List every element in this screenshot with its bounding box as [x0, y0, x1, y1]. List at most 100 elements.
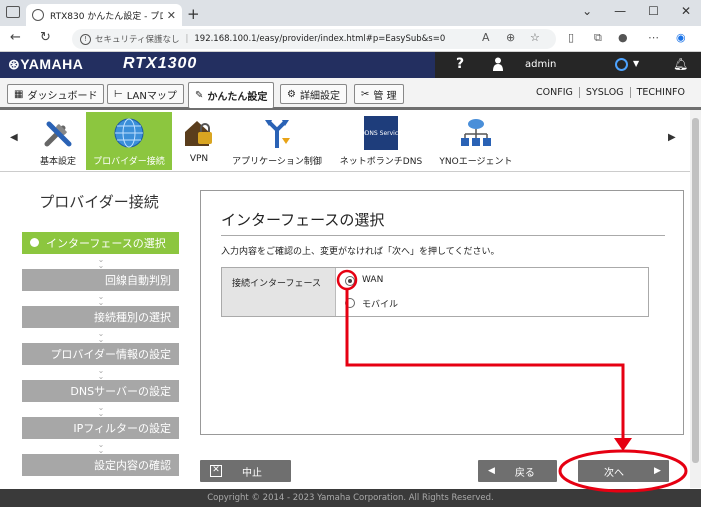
favorite-icon[interactable]: ☆ [530, 31, 540, 44]
router-header: ⊛YAMAHA RTX1300 ? admin ▼ 🔔︎ [0, 52, 701, 78]
scroll-right-icon[interactable]: ▶ [668, 132, 676, 143]
utility-links: CONFIG SYSLOG TECHINFO [530, 87, 691, 98]
category-vpn[interactable]: VPN [178, 112, 220, 170]
network-cloud-icon [461, 119, 491, 146]
page-title: インターフェースの選択 [221, 211, 385, 229]
menu-dashboard[interactable]: ▦ ダッシュボード [7, 84, 105, 104]
reload-icon[interactable]: ↻ [40, 30, 51, 45]
zoom-icon[interactable]: ⊕ [506, 31, 515, 44]
collections-icon[interactable]: ⧉ [594, 31, 602, 45]
help-button[interactable]: ? [456, 56, 464, 72]
main-menu: ▦ ダッシュボード ⊢ LANマップ ✎ かんたん設定 ⚙ 詳細設定 ✂ 管 理 CONF… [0, 78, 701, 110]
chevron-down-icon: ⌄ ⌄ [97, 329, 105, 344]
menu-easy-setup[interactable]: ✎ かんたん設定 [188, 82, 275, 108]
minimize-icon[interactable]: — [614, 4, 626, 18]
status-circle-icon[interactable] [615, 58, 628, 71]
tools-icon [44, 121, 72, 147]
ddns-service-icon: DDNS Service [360, 116, 402, 150]
warning-icon: ! [80, 33, 91, 45]
annotation-arrowhead [614, 438, 632, 451]
link-techinfo[interactable]: TECHINFO [629, 87, 691, 98]
cancel-button[interactable]: ✕ 中止 [200, 460, 291, 482]
globe-icon [32, 9, 44, 21]
radio-mobile[interactable] [345, 298, 355, 308]
chevron-down-icon: ⌄ ⌄ [97, 366, 105, 381]
step-auto-detect[interactable]: 回線自動判別 [22, 269, 179, 291]
scroll-left-icon[interactable]: ◀ [10, 132, 18, 143]
read-aloud-icon[interactable]: A [482, 31, 490, 44]
close-box-icon: ✕ [210, 465, 222, 477]
setup-category-bar: ◀ 基本設定 プロバイダー接続 VPN アプリケーション制御 DDNS Serv… [0, 110, 690, 172]
copilot-icon[interactable]: ◉ [676, 31, 686, 44]
instruction-text: 入力内容をご確認の上、変更がなければ「次へ」を押してください。 [221, 247, 500, 257]
radio-wan-label[interactable]: WAN [362, 275, 383, 285]
tab-actions-icon[interactable] [6, 6, 20, 18]
bell-icon[interactable]: 🔔︎ [673, 57, 688, 71]
yamaha-logo: ⊛YAMAHA [8, 56, 84, 72]
link-syslog[interactable]: SYSLOG [578, 87, 630, 98]
browser-tab-bar: RTX830 かんたん設定 - プロバイダー接 ✕ + ⌄ — ☐ ✕ [0, 0, 701, 26]
lanmap-icon: ⊢ [114, 88, 123, 100]
step-provider-info[interactable]: プロバイダー情報の設定 [22, 343, 179, 365]
menu-detail[interactable]: ⚙ 詳細設定 [280, 84, 347, 104]
copyright-footer: Copyright © 2014 - 2023 Yamaha Corporati… [0, 489, 701, 507]
settings-panel: インターフェースの選択 入力内容をご確認の上、変更がなければ「次へ」を押してくだ… [200, 190, 684, 435]
step-connection-type[interactable]: 接続種別の選択 [22, 306, 179, 328]
gear-icon: ⚙ [287, 88, 296, 100]
radio-mobile-label[interactable]: モバイル [362, 297, 398, 310]
tab-title: RTX830 かんたん設定 - プロバイダー接 [50, 11, 163, 22]
step-confirm[interactable]: 設定内容の確認 [22, 454, 179, 476]
category-basic[interactable]: 基本設定 [30, 112, 86, 170]
wand-icon: ✎ [195, 90, 204, 101]
back-button[interactable]: ◀ 戻る [478, 460, 557, 482]
profile-icon[interactable]: ● [618, 31, 628, 44]
url-separator: | [185, 34, 189, 44]
caret-down-icon[interactable]: ▼ [633, 59, 639, 68]
security-label: セキュリティ保護なし [95, 35, 180, 45]
window-controls: ⌄ — ☐ ✕ [582, 4, 691, 18]
arrows-icon [265, 120, 290, 148]
triangle-right-icon: ▶ [654, 466, 661, 476]
browser-tab[interactable]: RTX830 かんたん設定 - プロバイダー接 ✕ [26, 4, 182, 26]
url-text: 192.168.100.1/easy/provider/index.html#p… [194, 34, 446, 44]
address-bar: ← ↻ ! セキュリティ保護なし | 192.168.100.1/easy/pr… [0, 26, 701, 52]
menu-manage[interactable]: ✂ 管 理 [354, 84, 404, 104]
chevron-down-icon: ⌄ ⌄ [97, 440, 105, 455]
user-icon [493, 57, 503, 71]
vpn-house-lock-icon [185, 121, 212, 146]
close-window-icon[interactable]: ✕ [681, 4, 691, 18]
category-yno-agent[interactable]: YNOエージェント [436, 112, 516, 170]
link-config[interactable]: CONFIG [530, 87, 579, 98]
back-arrow-icon[interactable]: ← [10, 30, 21, 45]
step-ip-filter[interactable]: IPフィルターの設定 [22, 417, 179, 439]
step-interface[interactable]: インターフェースの選択 [22, 232, 179, 254]
new-tab-button[interactable]: + [187, 5, 200, 23]
close-tab-icon[interactable]: ✕ [167, 9, 176, 22]
step-dns[interactable]: DNSサーバーの設定 [22, 380, 179, 402]
globe-icon [114, 118, 144, 148]
category-ddns[interactable]: DDNS Service ネットボランチDNS [334, 112, 428, 170]
chevron-down-icon[interactable]: ⌄ [582, 4, 592, 18]
chevron-down-icon: ⌄ ⌄ [97, 255, 105, 270]
triangle-left-icon: ◀ [488, 466, 495, 476]
scrollbar-thumb[interactable] [692, 118, 699, 463]
interface-field-table: 接続インターフェース WAN モバイル [221, 267, 649, 317]
radio-wan[interactable] [345, 276, 355, 286]
tuning-fork-icon: ⊛ [8, 56, 21, 72]
page-scrollbar[interactable] [690, 110, 701, 488]
category-app-control[interactable]: アプリケーション制御 [228, 112, 326, 170]
next-button[interactable]: 次へ ▶ [578, 460, 669, 482]
chevron-down-icon: ⌄ ⌄ [97, 403, 105, 418]
split-screen-icon[interactable]: ▯ [568, 31, 574, 44]
steps-title: プロバイダー接続 [39, 193, 159, 211]
dashboard-icon: ▦ [14, 88, 24, 100]
user-name[interactable]: admin [525, 59, 556, 70]
title-divider [221, 235, 665, 236]
field-label: 接続インターフェース [222, 268, 336, 316]
menu-lanmap[interactable]: ⊢ LANマップ [107, 84, 184, 104]
category-provider[interactable]: プロバイダー接続 [86, 112, 172, 170]
header-right: ? admin ▼ 🔔︎ [435, 52, 701, 78]
chevron-down-icon: ⌄ ⌄ [97, 292, 105, 307]
more-icon[interactable]: ⋯ [648, 31, 659, 44]
maximize-icon[interactable]: ☐ [648, 4, 659, 18]
